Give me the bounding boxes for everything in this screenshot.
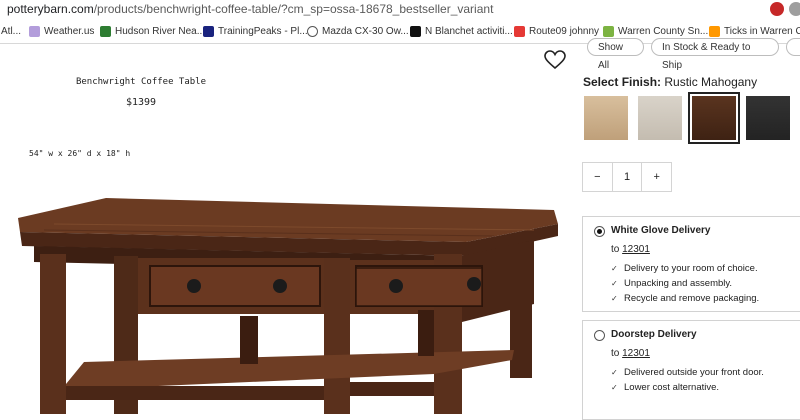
doorstep-radio[interactable] bbox=[594, 330, 605, 341]
check-icon: ✓ bbox=[611, 264, 618, 273]
address-bar[interactable]: potterybarn.com/products/benchwright-cof… bbox=[0, 0, 800, 20]
more-filter[interactable] bbox=[786, 38, 800, 56]
bookmark-mazda[interactable]: Mazda CX-30 Ow... bbox=[307, 24, 409, 38]
show-all-filter[interactable]: Show All bbox=[587, 38, 644, 71]
bookmark-ticks[interactable]: Ticks in Warren C... bbox=[709, 24, 800, 38]
blanchet-icon bbox=[410, 25, 421, 37]
bookmark-label: N Blanchet activiti... bbox=[425, 25, 513, 37]
product-page: Show All In Stock & Ready to Ship Benchw… bbox=[0, 38, 800, 420]
weather-icon bbox=[29, 25, 40, 37]
bookmark-label: Route09 johnny bbox=[529, 25, 600, 37]
bookmark-label: Weather.us bbox=[44, 25, 95, 37]
heart-icon[interactable] bbox=[544, 50, 566, 70]
bookmark-route09[interactable]: Route09 johnny bbox=[514, 24, 599, 38]
extension-icon-secondary[interactable] bbox=[789, 2, 800, 16]
river-icon bbox=[100, 25, 111, 37]
bullet-text: Lower cost alternative. bbox=[624, 382, 720, 393]
zip-code-link[interactable]: 12301 bbox=[622, 348, 650, 359]
zip-prefix: to bbox=[611, 348, 620, 359]
in-stock-label: In Stock & Ready to Ship bbox=[662, 42, 751, 71]
doorstep-bullet: ✓ Lower cost alternative. bbox=[611, 382, 719, 393]
check-icon: ✓ bbox=[611, 294, 618, 303]
ticks-icon bbox=[709, 25, 720, 37]
bullet-text: Recycle and remove packaging. bbox=[624, 293, 760, 304]
quantity-increase-button[interactable]: + bbox=[642, 163, 671, 191]
bullet-text: Unpacking and assembly. bbox=[624, 278, 733, 289]
white-glove-bullet: ✓ Delivery to your room of choice. bbox=[611, 263, 758, 274]
leg-front-middle bbox=[324, 258, 350, 414]
extension-icon[interactable] bbox=[770, 2, 784, 16]
product-image bbox=[18, 198, 558, 414]
product-title: Benchwright Coffee Table bbox=[75, 77, 207, 87]
finish-label-heading: Select Finish: bbox=[583, 75, 662, 89]
show-all-label: Show All bbox=[598, 42, 624, 71]
swatch-rustic-mahogany[interactable] bbox=[688, 92, 740, 144]
doorstep-title: Doorstep Delivery bbox=[611, 329, 697, 340]
trainingpeaks-icon bbox=[203, 25, 214, 37]
white-glove-option[interactable]: White Glove Delivery to 12301 ✓ Delivery … bbox=[582, 216, 800, 312]
bullet-text: Delivery to your room of choice. bbox=[624, 263, 758, 274]
zip-code-link[interactable]: 12301 bbox=[622, 244, 650, 255]
bookmark-hudson-river[interactable]: Hudson River Nea... bbox=[100, 24, 205, 38]
check-icon: ✓ bbox=[611, 368, 618, 377]
youtube-icon bbox=[514, 25, 525, 37]
swatch-blackened[interactable] bbox=[746, 96, 790, 140]
product-price: $1399 bbox=[125, 97, 157, 108]
mazda-icon bbox=[307, 25, 318, 37]
bookmark-label: Warren County Sn... bbox=[618, 25, 709, 37]
zip-prefix: to bbox=[611, 244, 620, 255]
bookmark-atl[interactable]: Atl... bbox=[1, 24, 21, 38]
white-glove-radio[interactable] bbox=[594, 226, 605, 237]
url-text[interactable]: potterybarn.com/products/benchwright-cof… bbox=[7, 2, 493, 16]
warren-icon bbox=[603, 25, 614, 37]
white-glove-bullet: ✓ Recycle and remove packaging. bbox=[611, 293, 759, 304]
bookmark-label: Ticks in Warren C... bbox=[724, 25, 800, 37]
white-glove-bullet: ✓ Unpacking and assembly. bbox=[611, 278, 732, 289]
product-dimensions: 54" w x 26" d x 18" h bbox=[29, 149, 131, 158]
finish-label: Select Finish: Rustic Mahogany bbox=[583, 75, 757, 89]
bookmark-label: TrainingPeaks - Pl... bbox=[218, 25, 308, 37]
bookmark-label: Mazda CX-30 Ow... bbox=[322, 25, 409, 37]
bookmark-warren-county[interactable]: Warren County Sn... bbox=[603, 24, 708, 38]
drawer-knob bbox=[187, 279, 201, 293]
bookmark-blanchet[interactable]: N Blanchet activiti... bbox=[410, 24, 513, 38]
swatch-whitewash[interactable] bbox=[638, 96, 682, 140]
doorstep-option[interactable]: Doorstep Delivery to 12301 ✓ Delivered ou… bbox=[582, 320, 800, 420]
white-glove-zip-line: to 12301 bbox=[611, 244, 650, 255]
url-path: /products/benchwright-coffee-table/?cm_s… bbox=[93, 2, 494, 16]
doorstep-zip-line: to 12301 bbox=[611, 348, 650, 359]
swatch-light-oak[interactable] bbox=[584, 96, 628, 140]
bookmark-weather[interactable]: Weather.us bbox=[29, 24, 94, 38]
quantity-input[interactable]: 1 bbox=[611, 163, 643, 191]
drawer-knob bbox=[273, 279, 287, 293]
leg-front-left bbox=[40, 254, 66, 414]
quantity-decrease-button[interactable]: − bbox=[583, 163, 612, 191]
in-stock-filter[interactable]: In Stock & Ready to Ship bbox=[651, 38, 779, 71]
url-host: potterybarn.com bbox=[7, 2, 94, 16]
check-icon: ✓ bbox=[611, 279, 618, 288]
drawer-knob bbox=[389, 279, 403, 293]
drawer-knob bbox=[467, 277, 481, 291]
quantity-stepper: − 1 + bbox=[582, 162, 672, 192]
check-icon: ✓ bbox=[611, 383, 618, 392]
drawer-left bbox=[149, 265, 321, 307]
bookmark-label: Atl... bbox=[1, 25, 22, 37]
bullet-text: Delivered outside your front door. bbox=[624, 367, 764, 378]
white-glove-title: White Glove Delivery bbox=[611, 225, 711, 236]
bookmark-trainingpeaks[interactable]: TrainingPeaks - Pl... bbox=[203, 24, 308, 38]
doorstep-bullet: ✓ Delivered outside your front door. bbox=[611, 367, 764, 378]
bookmark-label: Hudson River Nea... bbox=[115, 25, 206, 37]
finish-selected-name: Rustic Mahogany bbox=[664, 75, 758, 89]
